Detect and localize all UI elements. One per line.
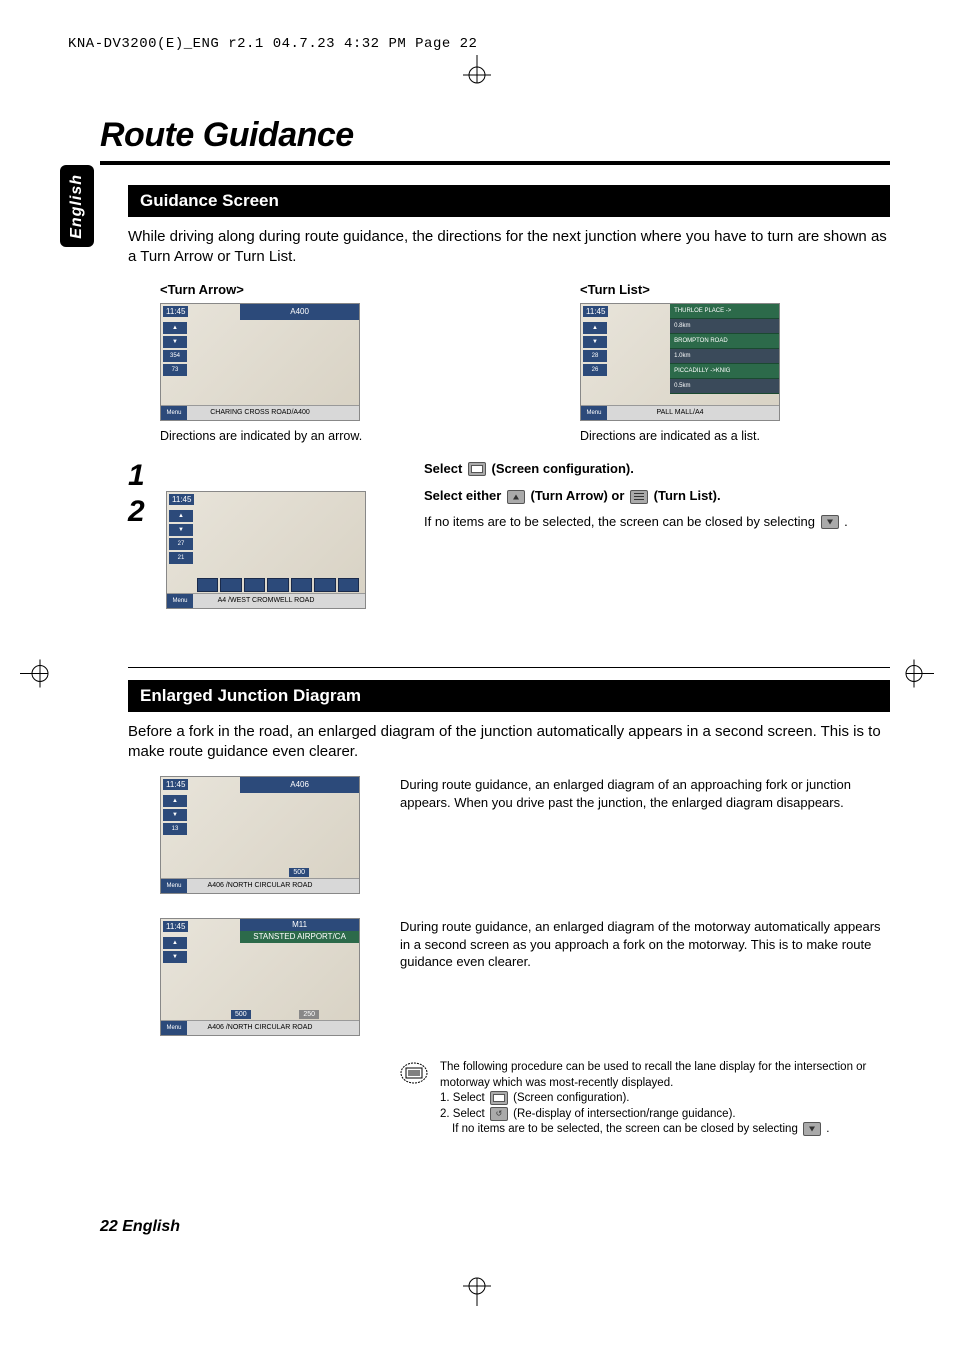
ss-dist: 354 — [163, 350, 187, 362]
screenshot-turn-arrow: 11:45 A400 ▲ ▼ 354 73 CHARING CROSS ROAD… — [160, 303, 360, 421]
ss-dist: 500 — [289, 868, 309, 877]
ss-banner: A406 — [240, 777, 359, 793]
crop-mark-left — [20, 653, 60, 698]
ss-time: 11:45 — [163, 779, 188, 790]
list-item: PICCADILLY ->KNIG — [670, 364, 779, 379]
ss-menu: Menu — [581, 406, 607, 420]
ss-banner: A400 — [240, 304, 359, 320]
close-down-icon — [821, 515, 839, 529]
step-number-1: 1 — [128, 461, 152, 491]
ss-banner: M11 — [240, 919, 359, 931]
list-item: 1.0km — [670, 349, 779, 364]
title-rule — [100, 161, 890, 165]
ss-bottom: CHARING CROSS ROAD/A400 — [161, 405, 359, 420]
turn-list-caption: Directions are indicated as a list. — [580, 429, 880, 443]
section2-intro: Before a fork in the road, an enlarged d… — [128, 722, 890, 763]
ss-dist: 27 — [169, 538, 193, 550]
screen-config-icon — [468, 462, 486, 476]
section-heading-guidance: Guidance Screen — [128, 185, 890, 217]
page-footer: 22 English — [100, 1218, 180, 1236]
ss-time: 11:45 — [163, 306, 188, 317]
language-tab: English — [60, 165, 94, 247]
step1-text: Select (Screen configuration). — [424, 461, 890, 477]
crop-mark-right — [894, 653, 934, 698]
ss-dist: 250 — [299, 1010, 319, 1019]
screenshot-junction: 11:45 A406 ▲ ▼ 13 500 A406 /NORTH CIRCUL… — [160, 776, 360, 894]
note-line2: 2. Select (Re-display of intersection/ra… — [440, 1107, 890, 1123]
list-item: THURLOE PLACE -> — [670, 304, 779, 319]
note-body: The following procedure can be used to r… — [440, 1060, 890, 1138]
note-line3: If no items are to be selected, the scre… — [440, 1122, 890, 1138]
ss-banner2: STANSTED AIRPORT/CA — [240, 931, 359, 943]
enlarged-para2: During route guidance, an enlarged diagr… — [400, 918, 890, 1036]
list-item: 0.8km — [670, 319, 779, 334]
ss-dist: 28 — [583, 350, 607, 362]
ss-time: 11:45 — [583, 306, 608, 317]
ss-dist2: 26 — [583, 364, 607, 376]
list-item: 0.5km — [670, 379, 779, 394]
ss-bottom: A406 /NORTH CIRCULAR ROAD — [161, 1020, 359, 1035]
ss-menu: Menu — [161, 1021, 187, 1035]
screenshot-motorway: 11:45 M11 STANSTED AIRPORT/CA ▲ ▼ 250 50… — [160, 918, 360, 1036]
turn-list-icon — [630, 490, 648, 504]
ss-time: 11:45 — [163, 921, 188, 932]
ss-dist2: 21 — [169, 552, 193, 564]
redisplay-icon — [490, 1107, 508, 1121]
turn-arrow-caption: Directions are indicated by an arrow. — [160, 429, 460, 443]
language-tab-label: English — [68, 174, 86, 239]
step2-note: If no items are to be selected, the scre… — [424, 514, 890, 530]
ss-menu: Menu — [161, 406, 187, 420]
ss-bottom: A406 /NORTH CIRCULAR ROAD — [161, 878, 359, 893]
divider — [128, 667, 890, 668]
page-title: Route Guidance — [100, 116, 890, 155]
ss-dist2: 500 — [231, 1010, 251, 1019]
ss-menu: Menu — [161, 879, 187, 893]
enlarged-para1: During route guidance, an enlarged diagr… — [400, 776, 890, 894]
ss-side-dist: 13 — [163, 823, 187, 835]
content: Route Guidance Guidance Screen While dri… — [100, 116, 890, 1138]
screenshot-step2: 11:45 ▲ ▼ 27 21 A4 /WEST CROMWELL ROAD M… — [166, 491, 366, 609]
ss-bottom: PALL MALL/A4 — [581, 405, 779, 420]
step2-text: Select either (Turn Arrow) or (Turn List… — [424, 488, 890, 504]
turn-arrow-icon — [507, 490, 525, 504]
turn-list-label: <Turn List> — [580, 282, 880, 297]
ss-bottom: A4 /WEST CROMWELL ROAD — [167, 593, 365, 608]
list-item: BROMPTON ROAD — [670, 334, 779, 349]
page: KNA-DV3200(E)_ENG r2.1 04.7.23 4:32 PM P… — [0, 0, 954, 1351]
crop-mark-bottom — [457, 1266, 497, 1311]
turn-arrow-label: <Turn Arrow> — [160, 282, 460, 297]
note-line1: 1. Select (Screen configuration). — [440, 1091, 890, 1107]
ss-dist2: 73 — [163, 364, 187, 376]
crop-mark-top — [457, 55, 497, 100]
close-down-icon — [803, 1122, 821, 1136]
ss-time: 11:45 — [169, 494, 194, 505]
note-intro: The following procedure can be used to r… — [440, 1060, 890, 1091]
note-icon — [400, 1060, 428, 1138]
section1-intro: While driving along during route guidanc… — [128, 227, 890, 268]
ss-menu: Menu — [167, 594, 193, 608]
print-header: KNA-DV3200(E)_ENG r2.1 04.7.23 4:32 PM P… — [68, 36, 477, 52]
section-heading-enlarged: Enlarged Junction Diagram — [128, 680, 890, 712]
screen-config-icon — [490, 1091, 508, 1105]
screenshot-turn-list: 11:45 ▲ ▼ 28 26 THURLOE PLACE -> 0.8km B… — [580, 303, 780, 421]
step-number-2: 2 — [128, 497, 152, 527]
